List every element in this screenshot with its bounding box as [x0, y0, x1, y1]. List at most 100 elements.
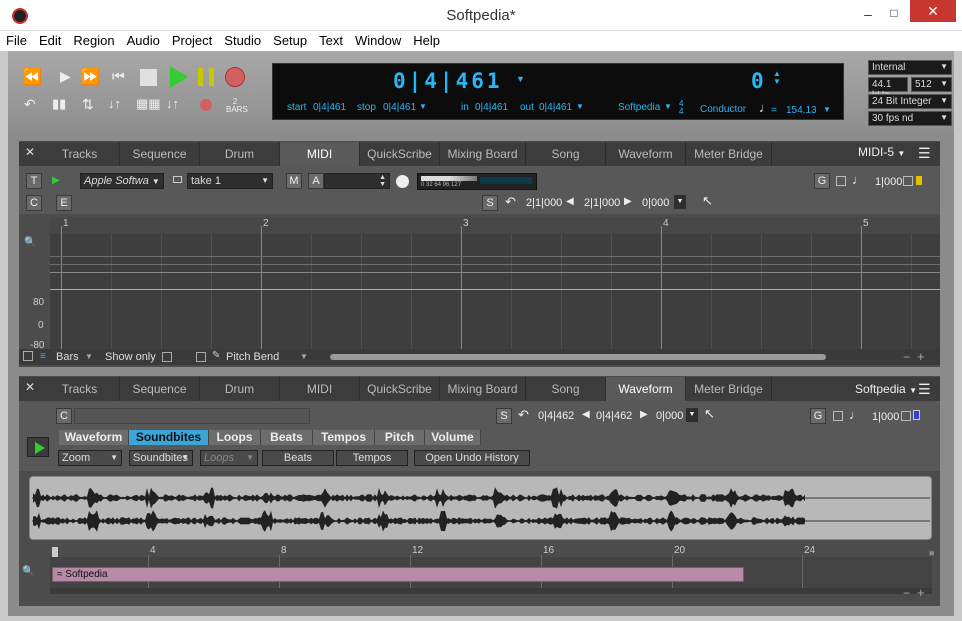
bottom-tab-meter-bridge[interactable]: Meter Bridge — [686, 377, 772, 401]
conductor-label[interactable]: Conductor — [700, 104, 746, 115]
top-s-value2[interactable]: 2|1|000 — [584, 197, 620, 209]
zoom-select[interactable]: Zoom ▼ — [58, 450, 122, 466]
top-color-checkbox[interactable] — [903, 176, 913, 186]
bit-depth-select[interactable]: 24 Bit Integer ▼ — [868, 94, 952, 109]
sync-select[interactable]: Internal ▼ — [868, 60, 952, 75]
bottom-zoom-in-icon[interactable]: + — [917, 585, 925, 600]
top-s-button[interactable]: S — [482, 195, 498, 211]
mute-button[interactable]: M — [286, 173, 302, 189]
auto-rewind-icon[interactable]: ↓↑ — [108, 96, 121, 111]
bottom-s-value2[interactable]: 0|4|462 — [596, 410, 632, 422]
top-left-arrow-icon[interactable]: ◀ — [566, 196, 574, 207]
pause-button[interactable] — [198, 68, 214, 86]
patch-field[interactable]: ▲ ▼ — [324, 173, 390, 189]
top-zoom-in-icon[interactable]: + — [917, 349, 925, 364]
loops-select[interactable]: Loops ▼ — [200, 450, 258, 466]
bottom-tab-drum[interactable]: Drum — [200, 377, 280, 401]
menu-help[interactable]: Help — [407, 31, 446, 48]
out-chevron-icon[interactable]: ▼ — [576, 102, 584, 111]
return-to-start-icon[interactable]: ⏮ — [112, 68, 125, 85]
bottom-left-arrow-icon[interactable]: ◀ — [582, 409, 590, 420]
bars-select[interactable]: Bars — [56, 351, 79, 363]
top-zoom-icon[interactable]: 🔍 — [24, 237, 36, 248]
bottom-s-chevron-icon[interactable]: ▼ — [686, 408, 698, 422]
beats-button[interactable]: Beats — [262, 450, 334, 466]
midi-panel-menu-icon[interactable]: ☰ — [918, 145, 931, 162]
start-value[interactable]: 0|4|461 — [313, 102, 346, 113]
input-select[interactable]: Apple Softwa ▼ — [80, 173, 164, 189]
bottom-zoom-out-icon[interactable]: − — [903, 586, 910, 600]
soundbites-menu-select[interactable]: Soundbites ▼ — [129, 450, 193, 466]
bottom-group-checkbox[interactable] — [833, 411, 843, 421]
stop-chevron-icon[interactable]: ▼ — [419, 102, 427, 111]
bottom-tab-song[interactable]: Song — [526, 377, 606, 401]
top-s-chevron-icon[interactable]: ▼ — [674, 195, 686, 209]
menu-studio[interactable]: Studio — [218, 31, 267, 48]
bottom-hscroll[interactable] — [50, 588, 932, 594]
bottom-s-button[interactable]: S — [496, 408, 512, 424]
top-grid-value[interactable]: 1|000 — [875, 176, 902, 188]
bottom-right-arrow-icon[interactable]: ▶ — [640, 409, 648, 420]
automation-button[interactable]: A — [308, 173, 324, 189]
metronome-icon[interactable]: ▦▦ — [136, 96, 161, 112]
menu-window[interactable]: Window — [349, 31, 407, 48]
e-button[interactable]: E — [56, 195, 72, 211]
top-tab-quickscribe[interactable]: QuickScribe — [360, 142, 440, 166]
tempos-button[interactable]: Tempos — [336, 450, 408, 466]
secondary-counter[interactable]: 0 — [751, 69, 764, 93]
bars-chevron-icon[interactable]: ▼ — [85, 352, 93, 361]
top-s-value3[interactable]: 0|000 — [642, 197, 669, 209]
waveform-window-select[interactable]: Softpedia ▼ — [855, 382, 917, 396]
pitch-bend-select[interactable]: Pitch Bend — [226, 351, 279, 363]
tempo-chevron-icon[interactable]: ▼ — [823, 105, 831, 114]
pitch-bend-checkbox[interactable] — [196, 352, 206, 362]
loop-icon[interactable]: ⇅ — [82, 96, 94, 113]
tempo-value[interactable]: 154.13 — [786, 105, 817, 116]
bottom-tab-tracks[interactable]: Tracks — [40, 377, 120, 401]
bottom-tab-mixing-board[interactable]: Mixing Board — [440, 377, 526, 401]
top-group-button[interactable]: G — [814, 173, 830, 189]
menu-region[interactable]: Region — [67, 31, 120, 48]
bottom-lock-icon[interactable]: ■ — [929, 548, 934, 558]
top-tab-mixing-board[interactable]: Mixing Board — [440, 142, 526, 166]
bottom-c-button[interactable]: C — [56, 408, 72, 424]
subtab-beats[interactable]: Beats — [261, 430, 313, 445]
main-counter-chevron-icon[interactable]: ▼ — [516, 74, 525, 84]
play-small-icon[interactable]: ▶ — [60, 68, 71, 85]
frame-rate-select[interactable]: 30 fps nd ▼ — [868, 111, 952, 126]
project-name[interactable]: Softpedia — [618, 102, 660, 113]
click-icon[interactable] — [200, 99, 212, 111]
bottom-s-value1[interactable]: 0|4|462 — [538, 410, 574, 422]
undo-icon[interactable]: ↶ — [24, 96, 36, 113]
top-hscrollbar[interactable] — [330, 354, 826, 360]
menu-file[interactable]: File — [0, 31, 33, 48]
stop-button[interactable] — [140, 69, 157, 86]
show-only-checkbox[interactable] — [162, 352, 172, 362]
subtab-loops[interactable]: Loops — [209, 430, 261, 445]
count-in-icon[interactable]: ↓↑ — [166, 96, 179, 111]
top-cursor-icon[interactable]: ↖ — [702, 193, 713, 209]
main-counter[interactable]: 0|4|461 — [393, 69, 503, 93]
punch-icon[interactable]: ▮▮ — [52, 96, 66, 112]
menu-setup[interactable]: Setup — [267, 31, 313, 48]
top-tab-sequence[interactable]: Sequence — [120, 142, 200, 166]
midi-window-select[interactable]: MIDI-5 ▼ — [858, 145, 905, 159]
bottom-color-checkbox[interactable] — [901, 411, 911, 421]
volume-knob-icon[interactable] — [396, 175, 409, 188]
bars-counter[interactable]: 2 BARS — [226, 98, 248, 114]
in-value[interactable]: 0|4|461 — [475, 102, 508, 113]
bottom-grid-value[interactable]: 1|000 — [872, 411, 899, 423]
bottom-color-swatch-icon[interactable] — [913, 410, 920, 420]
out-value[interactable]: 0|4|461 — [539, 102, 572, 113]
audio-region[interactable]: ≈ Softpedia — [52, 567, 744, 582]
top-tab-waveform[interactable]: Waveform — [606, 142, 686, 166]
top-tab-tracks[interactable]: Tracks — [40, 142, 120, 166]
top-tab-meter-bridge[interactable]: Meter Bridge — [686, 142, 772, 166]
menu-audio[interactable]: Audio — [121, 31, 166, 48]
menu-text[interactable]: Text — [313, 31, 349, 48]
undo-history-button[interactable]: Open Undo History — [414, 450, 530, 466]
subtab-pitch[interactable]: Pitch — [375, 430, 425, 445]
top-tab-midi[interactable]: MIDI — [280, 142, 360, 166]
track-play-icon[interactable]: ▶ — [52, 175, 60, 186]
top-right-arrow-icon[interactable]: ▶ — [624, 196, 632, 207]
